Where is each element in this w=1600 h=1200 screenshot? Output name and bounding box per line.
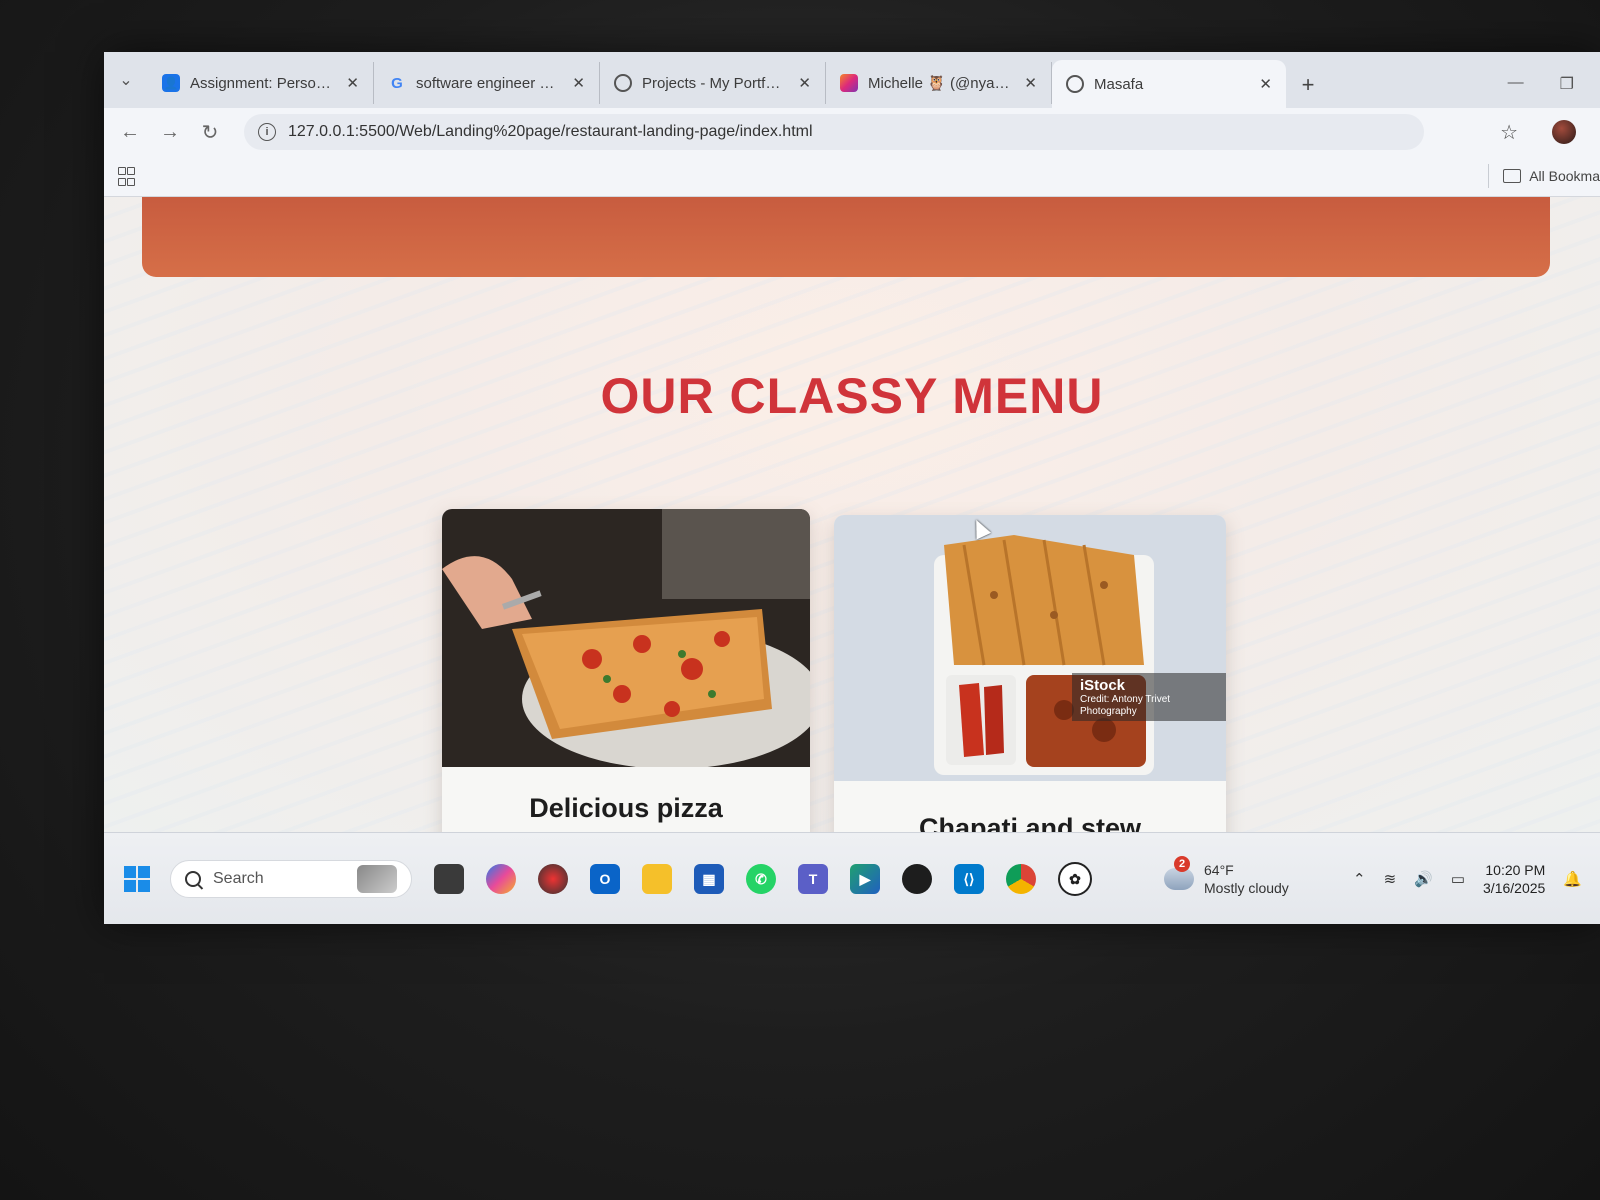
all-bookmarks-button[interactable]: All Bookma (1488, 164, 1600, 188)
tab-strip: ⌄ 👤 Assignment: Personal Po ✕ G software… (104, 52, 1600, 108)
laptop-screen: ⌄ 👤 Assignment: Personal Po ✕ G software… (104, 52, 1600, 924)
restore-icon[interactable]: ❐ (1560, 74, 1574, 94)
pizza-photo (442, 509, 810, 767)
profile-avatar[interactable] (1552, 120, 1576, 144)
close-icon[interactable]: ✕ (572, 74, 585, 92)
vscode-icon[interactable]: ⟨⟩ (954, 864, 984, 894)
bookmark-star-icon[interactable]: ☆ (1500, 120, 1518, 145)
hero-banner (142, 197, 1550, 277)
new-tab-button[interactable]: + (1286, 72, 1330, 98)
wifi-icon[interactable]: ≋ (1384, 870, 1397, 888)
volume-icon[interactable]: 🔊 (1414, 870, 1433, 888)
chapati-stew-photo (834, 515, 1226, 781)
battery-icon[interactable]: ▭ (1451, 870, 1465, 888)
taskbar-apps: O ▦ ✆ T ▶ ⟨⟩ ✿ (434, 862, 1092, 896)
tab-search-button[interactable]: ⌄ (104, 58, 148, 102)
menu-card-chapati[interactable]: iStock Credit: Antony Trivet Photography… (834, 515, 1226, 832)
task-view-icon[interactable] (434, 864, 464, 894)
clock[interactable]: 10:20 PM 3/16/2025 (1483, 861, 1545, 897)
close-icon[interactable]: ✕ (1259, 75, 1272, 93)
tab-projects[interactable]: Projects - My Portfolio ✕ (600, 62, 826, 104)
chrome-icon[interactable] (1006, 864, 1036, 894)
forward-icon[interactable]: → (150, 121, 190, 144)
kodi-icon[interactable] (538, 864, 568, 894)
watermark-credit: Credit: Antony Trivet Photography (1080, 694, 1171, 717)
all-bookmarks-label: All Bookma (1529, 168, 1600, 184)
ms-store-icon[interactable]: ▦ (694, 864, 724, 894)
menu-item-label: Delicious pizza (529, 793, 723, 823)
section-title: OUR CLASSY MENU (600, 368, 1104, 424)
tab-assignment[interactable]: 👤 Assignment: Personal Po ✕ (148, 62, 374, 104)
close-icon[interactable]: ✕ (346, 74, 359, 92)
menu-item-label: Chapati and stew (918, 813, 1142, 832)
minimize-icon[interactable]: — (1508, 74, 1524, 94)
bookmarks-bar: All Bookma (104, 156, 1600, 197)
media-player-icon[interactable]: ▶ (850, 864, 880, 894)
site-info-icon[interactable]: i (258, 123, 276, 141)
tab-title: Masafa (1094, 75, 1144, 93)
taskbar-search[interactable]: Search (170, 860, 412, 898)
search-placeholder: Search (213, 870, 264, 887)
window-controls: — ❐ (1508, 74, 1600, 94)
weather-condition: Mostly cloudy (1204, 880, 1289, 896)
search-highlight-icon (357, 865, 397, 893)
copilot-icon[interactable] (486, 864, 516, 894)
tab-software-engineer[interactable]: G software engineer portfo ✕ (374, 62, 600, 104)
chevron-up-icon[interactable]: ⌃ (1353, 870, 1366, 888)
tab-title: Projects - My Portfolio (642, 74, 789, 92)
close-icon[interactable]: ✕ (798, 74, 811, 92)
taskbar: Search O ▦ ✆ T ▶ ⟨⟩ ✿ 2 64°F Mostly clou… (104, 832, 1600, 924)
apps-grid-icon[interactable] (118, 166, 135, 186)
cloud-icon: 2 (1164, 856, 1194, 890)
whatsapp-icon[interactable]: ✆ (746, 864, 776, 894)
close-icon[interactable]: ✕ (1024, 74, 1037, 92)
search-icon (185, 871, 201, 887)
back-icon[interactable]: ← (110, 121, 150, 144)
tab-title: software engineer portfo (416, 74, 563, 92)
reload-icon[interactable]: ↻ (190, 120, 230, 145)
outlook-icon[interactable]: O (590, 864, 620, 894)
weather-widget[interactable]: 2 64°F Mostly cloudy (1164, 856, 1289, 897)
file-explorer-icon[interactable] (642, 864, 672, 894)
instagram-icon (840, 74, 858, 92)
github-icon[interactable] (902, 864, 932, 894)
google-icon: G (391, 74, 403, 92)
folder-icon (1503, 169, 1522, 183)
browser-toolbar: ← → ↻ i 127.0.0.1:5500/Web/Landing%20pag… (104, 108, 1600, 156)
url-text: 127.0.0.1:5500/Web/Landing%20page/restau… (288, 123, 813, 140)
clock-time: 10:20 PM (1485, 862, 1546, 878)
globe-icon (614, 74, 632, 92)
chatgpt-icon[interactable]: ✿ (1058, 862, 1092, 896)
watermark-brand: iStock (1080, 677, 1126, 694)
windows-start-icon[interactable] (124, 866, 150, 892)
weather-badge: 2 (1174, 856, 1190, 872)
menu-card-pizza[interactable]: Delicious pizza (442, 509, 810, 832)
classroom-icon: 👤 (162, 74, 180, 92)
clock-date: 3/16/2025 (1483, 880, 1546, 896)
tab-title: Assignment: Personal Po (190, 74, 336, 92)
weather-temp: 64°F (1204, 862, 1234, 878)
stock-watermark: iStock Credit: Antony Trivet Photography (1072, 673, 1226, 721)
weather-text: 64°F Mostly cloudy (1204, 861, 1289, 897)
tab-masafa[interactable]: Masafa ✕ (1052, 60, 1286, 108)
globe-icon (1066, 75, 1084, 93)
system-tray: ⌃ ≋ 🔊 ▭ 10:20 PM 3/16/2025 🔔 (1353, 861, 1600, 897)
tab-instagram[interactable]: Michelle 🦉 (@nyari.bari ✕ (826, 62, 1052, 104)
notification-bell-icon[interactable]: 🔔 (1563, 870, 1582, 888)
address-bar[interactable]: i 127.0.0.1:5500/Web/Landing%20page/rest… (244, 114, 1424, 150)
page-viewport: OUR CLASSY MENU Delicious pizza iStock C… (104, 197, 1600, 832)
teams-icon[interactable]: T (798, 864, 828, 894)
tab-title: Michelle 🦉 (@nyari.bari (868, 75, 1015, 92)
